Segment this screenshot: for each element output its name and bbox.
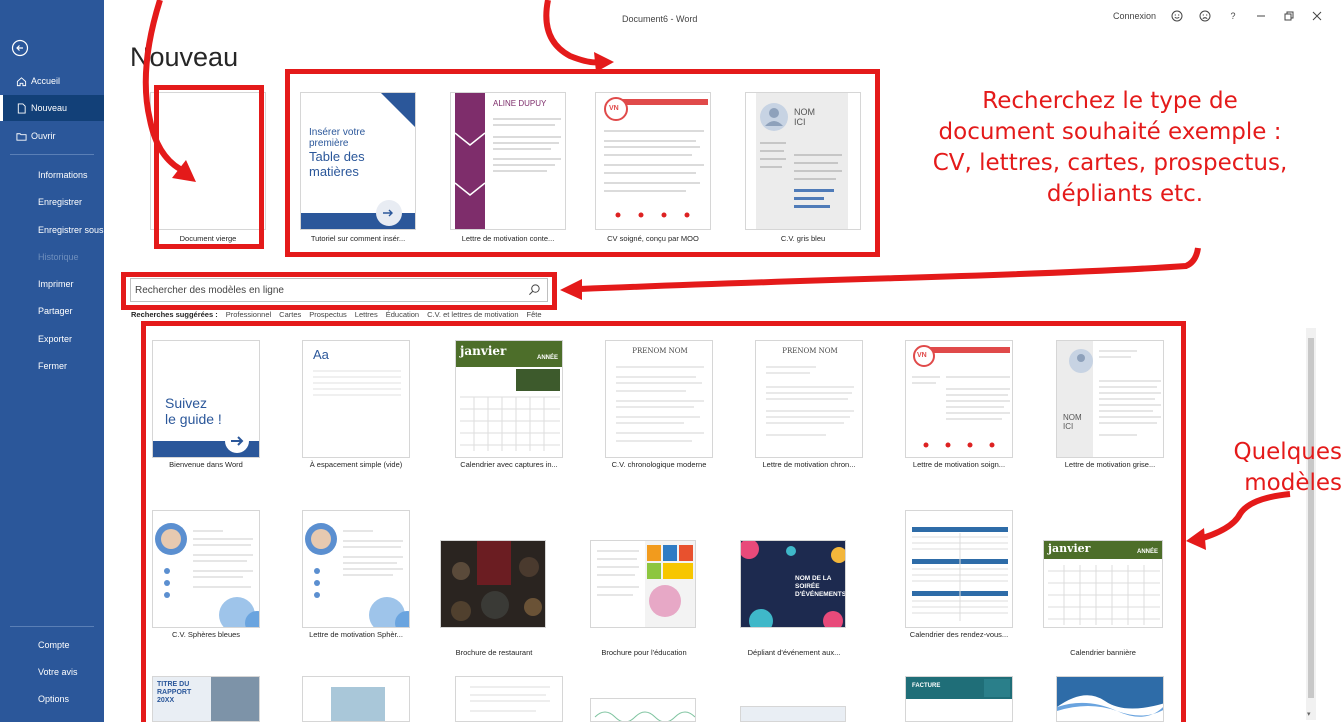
annotation-arrow-models xyxy=(1195,491,1291,543)
annotation-arrowhead-featured xyxy=(594,52,614,72)
annotation-callout-models: Quelques modèles xyxy=(1196,437,1342,499)
annotation-text: modèles xyxy=(1244,470,1342,496)
annotation-arrowhead-models xyxy=(1186,528,1206,550)
annotation-arrows xyxy=(142,0,1291,550)
annotation-text: Quelques xyxy=(1233,439,1342,465)
annotation-arrow-blank xyxy=(142,0,188,175)
annotation-arrow-search xyxy=(579,247,1201,292)
annotation-arrow-featured xyxy=(543,0,601,66)
annotation-arrowhead-search xyxy=(560,279,582,300)
